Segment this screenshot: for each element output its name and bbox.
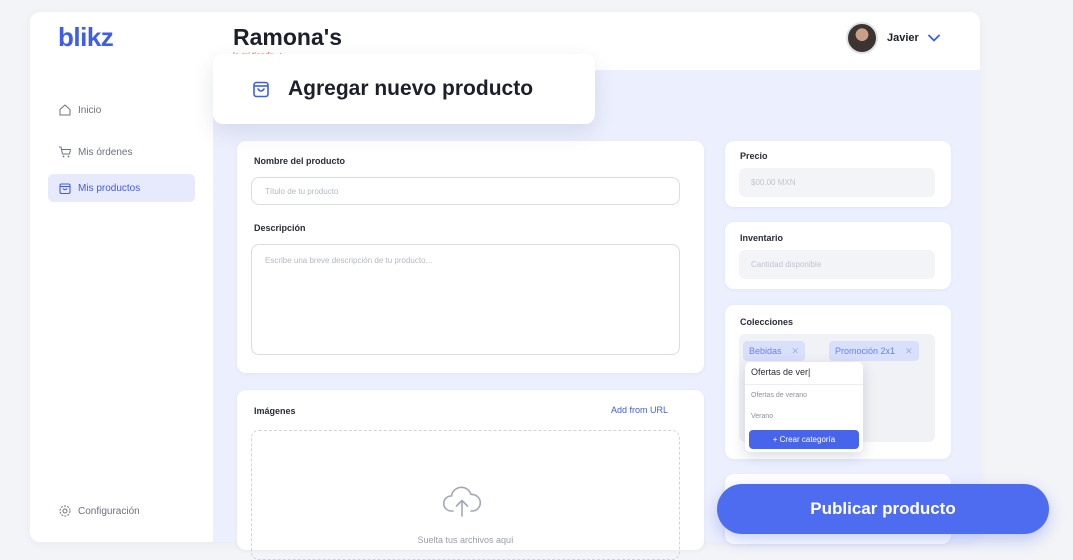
- close-icon[interactable]: ✕: [792, 346, 800, 357]
- avatar[interactable]: [846, 22, 878, 54]
- product-details-card: Nombre del producto Título de tu product…: [237, 141, 704, 373]
- sidebar-item-configuracion[interactable]: Configuración: [48, 497, 195, 525]
- sidebar-item-label: Mis órdenes: [78, 146, 133, 158]
- cloud-upload-icon: [442, 486, 482, 517]
- gear-icon: [58, 504, 72, 518]
- tag-label: Bebidas: [749, 346, 782, 356]
- tag-chip[interactable]: Bebidas ✕: [743, 341, 806, 361]
- sidebar-item-productos[interactable]: Mis productos: [48, 174, 195, 202]
- price-label: Precio: [740, 151, 768, 161]
- dropzone-text: Suelta tus archivos aquí: [417, 535, 514, 545]
- product-name-input[interactable]: Título de tu producto: [251, 177, 680, 205]
- home-icon: [58, 103, 72, 117]
- sidebar-item-label: Mis productos: [78, 182, 141, 194]
- product-name-label: Nombre del producto: [254, 156, 346, 166]
- images-label: Imágenes: [254, 406, 296, 416]
- brand-logo[interactable]: blikz: [58, 22, 114, 53]
- collection-suggestions-dropdown: Ofertas de ver| Ofertas de verano Verano…: [745, 362, 863, 452]
- sidebar-item-inicio[interactable]: Inicio: [48, 96, 195, 124]
- inventory-label: Inventario: [740, 233, 784, 243]
- price-input[interactable]: $00.00 MXN: [739, 168, 935, 197]
- dropdown-option[interactable]: Verano: [751, 413, 773, 420]
- user-name: Javier: [887, 32, 919, 44]
- inventory-card: Inventario Cantidad disponible: [725, 222, 951, 289]
- bag-icon: [58, 181, 72, 195]
- collection-search-input[interactable]: Ofertas de ver|: [751, 367, 810, 377]
- sidebar-item-label: Inicio: [78, 104, 102, 116]
- page-title: Agregar nuevo producto: [288, 77, 534, 100]
- close-icon[interactable]: ✕: [905, 346, 913, 357]
- dropdown-option[interactable]: Ofertas de verano: [751, 392, 807, 399]
- tag-chip[interactable]: Promoción 2x1 ✕: [829, 341, 919, 361]
- collections-label: Colecciones: [740, 317, 794, 327]
- page-header-card: Agregar nuevo producto: [213, 54, 595, 124]
- description-textarea[interactable]: Escribe una breve descripción de tu prod…: [251, 244, 680, 355]
- dropdown-divider: [745, 384, 863, 385]
- cart-icon: [58, 145, 72, 159]
- tag-label: Promoción 2x1: [835, 346, 896, 356]
- chevron-down-icon[interactable]: [927, 34, 940, 42]
- user-menu[interactable]: Javier: [846, 22, 940, 54]
- store-name: Ramona's: [233, 24, 343, 50]
- description-label: Descripción: [254, 223, 306, 233]
- sidebar-item-label: Configuración: [78, 505, 140, 517]
- create-category-button[interactable]: + Crear categoría: [749, 430, 859, 449]
- sidebar-item-ordenes[interactable]: Mis órdenes: [48, 138, 195, 166]
- add-from-url-link[interactable]: Add from URL: [611, 405, 668, 415]
- publish-product-button[interactable]: Publicar producto: [717, 484, 1049, 534]
- images-card: Imágenes Add from URL Suelta tus archivo…: [237, 390, 704, 560]
- image-dropzone[interactable]: Suelta tus archivos aquí: [251, 430, 680, 560]
- bag-icon: [253, 81, 269, 98]
- inventory-input[interactable]: Cantidad disponible: [739, 250, 935, 279]
- price-card: Precio $00.00 MXN: [725, 141, 951, 207]
